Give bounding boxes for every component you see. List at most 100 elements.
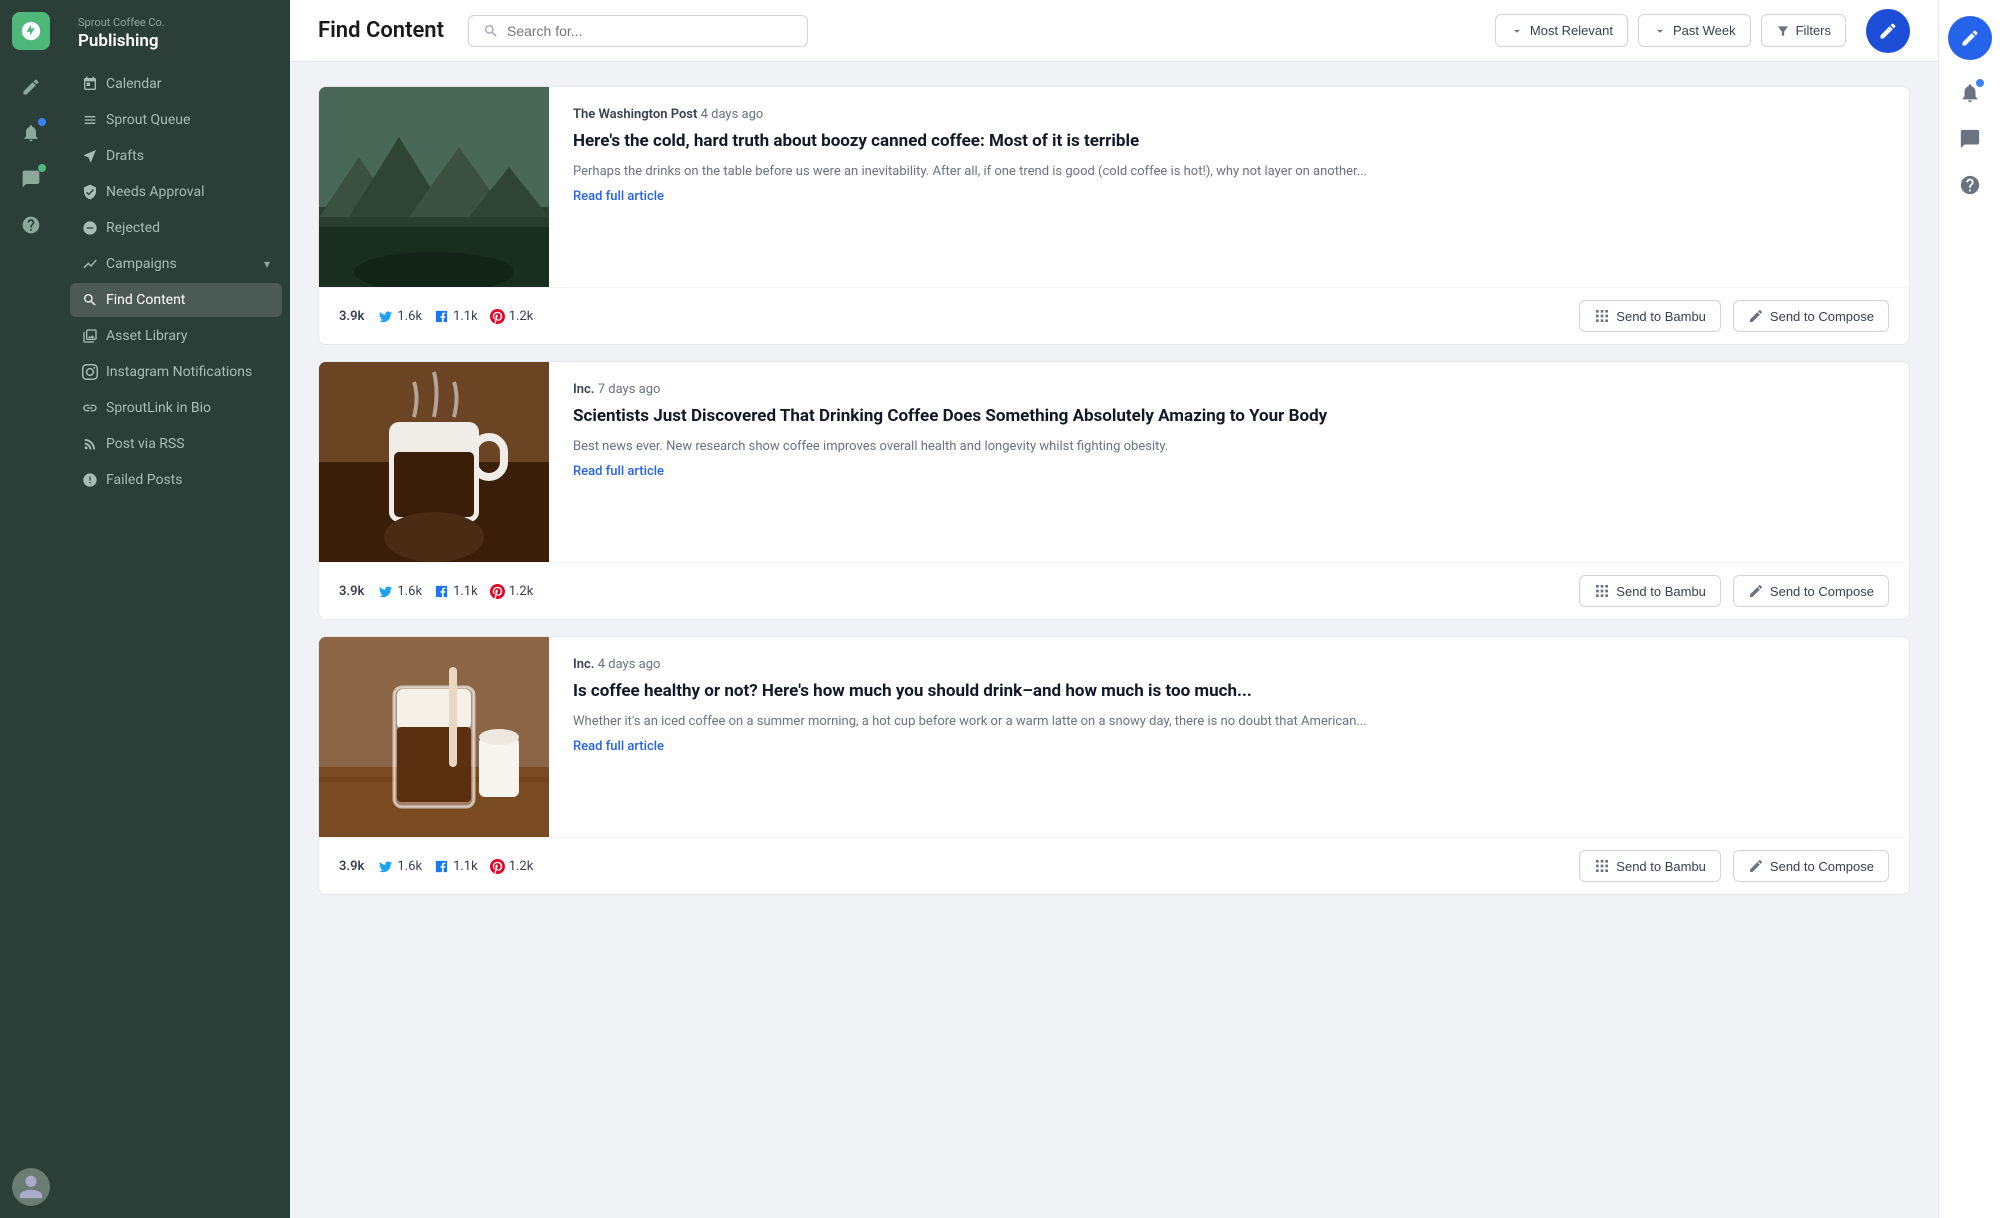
article-image-2: [319, 362, 549, 562]
past-week-filter[interactable]: Past Week: [1638, 14, 1751, 47]
chevron-down-icon: [1510, 24, 1524, 38]
send-to-compose-label-2: Send to Compose: [1770, 584, 1874, 599]
search-bar[interactable]: [468, 15, 808, 47]
right-messages-icon: [1959, 128, 1981, 150]
right-rail-messages[interactable]: [1949, 118, 1991, 160]
article-source-3: Inc.: [573, 657, 594, 672]
pinterest-count-2: 1.2k: [509, 584, 534, 599]
total-stat-1: 3.9k: [339, 309, 364, 324]
sidebar-item-sprout-queue-label: Sprout Queue: [106, 112, 190, 128]
twitter-count-3: 1.6k: [397, 859, 422, 874]
sidebar-item-sprout-queue[interactable]: Sprout Queue: [70, 103, 282, 137]
right-rail-help[interactable]: [1949, 164, 1991, 206]
total-stat-2: 3.9k: [339, 584, 364, 599]
user-avatar[interactable]: [12, 1168, 50, 1206]
article-image-3: [319, 637, 549, 837]
read-full-article-2[interactable]: Read full article: [573, 464, 1885, 479]
rejected-icon: [82, 220, 98, 236]
compose-button[interactable]: [1866, 9, 1910, 53]
asset-icon: [82, 328, 98, 344]
find-icon: [82, 292, 98, 308]
article-card-3: Inc. 4 days ago Is coffee healthy or not…: [318, 636, 1910, 895]
sidebar-item-rejected[interactable]: Rejected: [70, 211, 282, 245]
article-excerpt-1: Perhaps the drinks on the table before u…: [573, 162, 1885, 182]
compose-action-icon-1: [1748, 308, 1764, 324]
sidebar-item-calendar-label: Calendar: [106, 76, 162, 92]
sidebar-item-find-content[interactable]: Find Content: [70, 283, 282, 317]
right-rail-compose-button[interactable]: [1948, 16, 1992, 60]
article-image-1: [319, 87, 549, 287]
facebook-stat-3: 1.1k: [434, 859, 478, 874]
link-icon: [82, 400, 98, 416]
filter-icon: [1776, 24, 1790, 38]
right-rail-notifications[interactable]: [1949, 72, 1991, 114]
sidebar-item-asset-library[interactable]: Asset Library: [70, 319, 282, 353]
drafts-icon: [82, 148, 98, 164]
sidebar-item-post-via-rss-label: Post via RSS: [106, 436, 185, 452]
read-full-article-1[interactable]: Read full article: [573, 189, 1885, 204]
facebook-stat-2: 1.1k: [434, 584, 478, 599]
send-to-bambu-button-3[interactable]: Send to Bambu: [1579, 850, 1721, 882]
queue-icon: [82, 112, 98, 128]
pinterest-stat-1: 1.2k: [490, 309, 534, 324]
article-content-1: The Washington Post 4 days ago Here's th…: [549, 87, 1909, 287]
sidebar-item-post-via-rss[interactable]: Post via RSS: [70, 427, 282, 461]
article-meta-2: Inc. 7 days ago: [573, 382, 1885, 397]
most-relevant-label: Most Relevant: [1530, 23, 1613, 38]
company-name: Sprout Coffee Co.: [78, 16, 274, 29]
twitter-count-2: 1.6k: [397, 584, 422, 599]
send-to-compose-button-1[interactable]: Send to Compose: [1733, 300, 1889, 332]
pinterest-stat-3: 1.2k: [490, 859, 534, 874]
filters-button[interactable]: Filters: [1761, 14, 1846, 47]
facebook-count-1: 1.1k: [453, 309, 478, 324]
sidebar-item-sproutlink[interactable]: SproutLink in Bio: [70, 391, 282, 425]
pinterest-count-3: 1.2k: [509, 859, 534, 874]
right-compose-icon: [1960, 28, 1980, 48]
article-image-svg-2: [319, 362, 549, 562]
article-content-3: Inc. 4 days ago Is coffee healthy or not…: [549, 637, 1909, 837]
sidebar: Sprout Coffee Co. Publishing Calendar Sp…: [62, 0, 290, 1218]
sidebar-item-failed-posts[interactable]: Failed Posts: [70, 463, 282, 497]
article-time-3: 4 days ago: [598, 657, 661, 672]
sidebar-item-campaigns-label: Campaigns: [106, 256, 177, 272]
send-to-compose-label-1: Send to Compose: [1770, 309, 1874, 324]
article-card-2: Inc. 7 days ago Scientists Just Discover…: [318, 361, 1910, 620]
sidebar-item-instagram-notifications[interactable]: Instagram Notifications: [70, 355, 282, 389]
main-area: Find Content Most Relevant Past Week Fil…: [290, 0, 1938, 1218]
most-relevant-filter[interactable]: Most Relevant: [1495, 14, 1628, 47]
messages-badge: [38, 164, 46, 172]
send-to-compose-button-3[interactable]: Send to Compose: [1733, 850, 1889, 882]
icon-rail: [0, 0, 62, 1218]
sidebar-item-needs-approval[interactable]: Needs Approval: [70, 175, 282, 209]
sidebar-item-calendar[interactable]: Calendar: [70, 67, 282, 101]
chevron-down-icon-2: [1653, 24, 1667, 38]
sidebar-item-campaigns[interactable]: Campaigns ▾: [70, 247, 282, 281]
article-meta-1: The Washington Post 4 days ago: [573, 107, 1885, 122]
facebook-icon-3: [434, 859, 449, 874]
send-to-bambu-button-2[interactable]: Send to Bambu: [1579, 575, 1721, 607]
rail-icon-help[interactable]: [10, 204, 52, 246]
sidebar-item-drafts[interactable]: Drafts: [70, 139, 282, 173]
send-to-compose-label-3: Send to Compose: [1770, 859, 1874, 874]
article-image-svg-3: [319, 637, 549, 837]
rail-icon-compose[interactable]: [10, 66, 52, 108]
article-meta-3: Inc. 4 days ago: [573, 657, 1885, 672]
pinterest-icon-3: [490, 859, 505, 874]
pinterest-icon-2: [490, 584, 505, 599]
rail-icon-messages[interactable]: [10, 158, 52, 200]
search-input[interactable]: [507, 23, 793, 39]
send-to-bambu-button-1[interactable]: Send to Bambu: [1579, 300, 1721, 332]
calendar-icon: [82, 76, 98, 92]
sidebar-item-rejected-label: Rejected: [106, 220, 160, 236]
read-full-article-3[interactable]: Read full article: [573, 739, 1885, 754]
send-to-compose-button-2[interactable]: Send to Compose: [1733, 575, 1889, 607]
article-title-3: Is coffee healthy or not? Here's how muc…: [573, 680, 1885, 704]
rail-icon-notifications[interactable]: [10, 112, 52, 154]
sidebar-item-failed-posts-label: Failed Posts: [106, 472, 182, 488]
sidebar-item-asset-library-label: Asset Library: [106, 328, 187, 344]
failed-icon: [82, 472, 98, 488]
send-to-bambu-label-2: Send to Bambu: [1616, 584, 1706, 599]
sidebar-item-sproutlink-label: SproutLink in Bio: [106, 400, 211, 416]
article-actions-2: Send to Bambu Send to Compose: [1579, 575, 1889, 607]
bambu-icon-2: [1594, 583, 1610, 599]
